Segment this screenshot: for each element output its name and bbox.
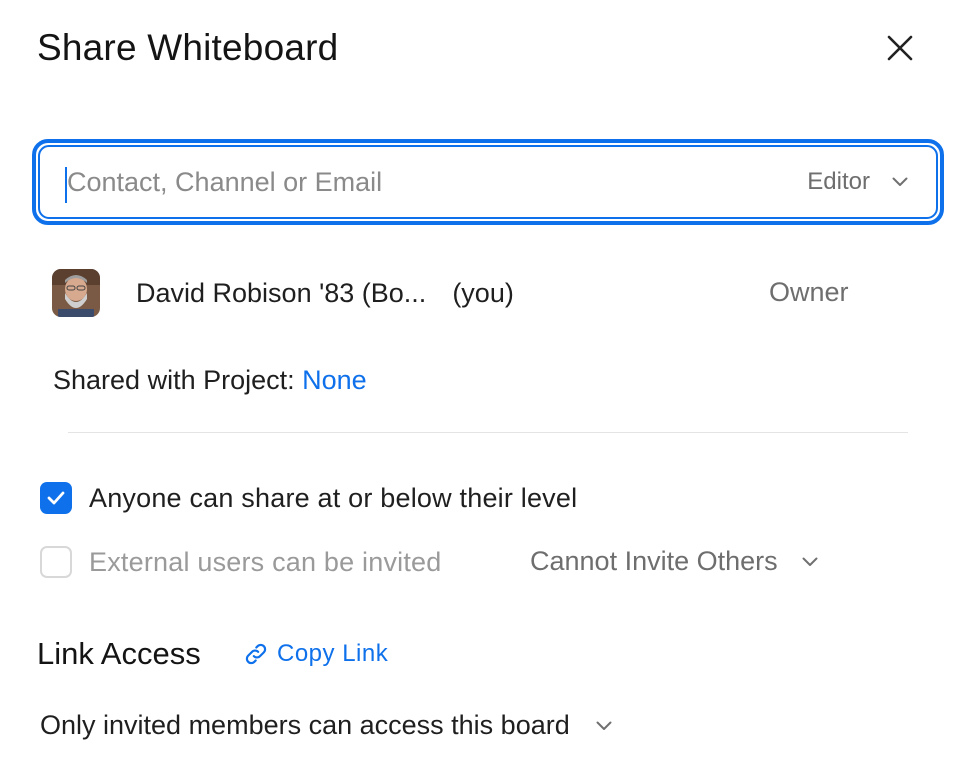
project-link[interactable]: None — [302, 365, 367, 395]
chevron-down-icon — [802, 557, 818, 566]
invite-input[interactable] — [65, 165, 769, 199]
external-users-checkbox[interactable] — [40, 546, 72, 578]
link-access-dropdown[interactable]: Only invited members can access this boa… — [40, 710, 612, 741]
share-whiteboard-dialog: Share Whiteboard Editor — [0, 0, 974, 766]
member-name: David Robison '83 (Bo... — [136, 277, 427, 308]
copy-link-button[interactable]: Copy Link — [243, 640, 388, 668]
invite-role-label: Editor — [807, 168, 870, 195]
chevron-down-icon — [892, 177, 908, 186]
text-caret — [65, 167, 67, 203]
invite-others-label: Cannot Invite Others — [530, 546, 778, 576]
external-users-label: External users can be invited — [89, 546, 442, 577]
chevron-down-icon — [596, 721, 612, 730]
copy-link-label: Copy Link — [277, 640, 389, 667]
invite-field: Editor — [32, 139, 944, 225]
close-button[interactable] — [878, 26, 922, 70]
member-row: David Robison '83 (Bo... (you) Owner — [52, 268, 872, 318]
invite-field-inner: Editor — [38, 145, 938, 219]
share-below-label: Anyone can share at or below their level — [89, 482, 578, 513]
share-below-checkbox[interactable] — [40, 482, 72, 514]
invite-others-dropdown[interactable]: Cannot Invite Others — [530, 546, 818, 577]
divider — [68, 432, 908, 433]
link-access-label: Only invited members can access this boa… — [40, 710, 570, 740]
avatar — [52, 269, 100, 317]
invite-role-dropdown[interactable]: Editor — [807, 147, 908, 217]
dialog-title: Share Whiteboard — [37, 27, 339, 68]
link-access-title: Link Access — [37, 636, 201, 671]
share-below-option: Anyone can share at or below their level — [40, 482, 577, 514]
project-label: Shared with Project: — [53, 365, 295, 395]
shared-with-project: Shared with Project: None — [53, 365, 367, 396]
checkmark-icon — [47, 491, 65, 505]
link-icon — [245, 643, 267, 665]
member-you-label: (you) — [452, 277, 514, 308]
external-users-option: External users can be invited — [40, 546, 442, 578]
member-role: Owner — [769, 277, 849, 307]
close-icon — [887, 35, 913, 61]
